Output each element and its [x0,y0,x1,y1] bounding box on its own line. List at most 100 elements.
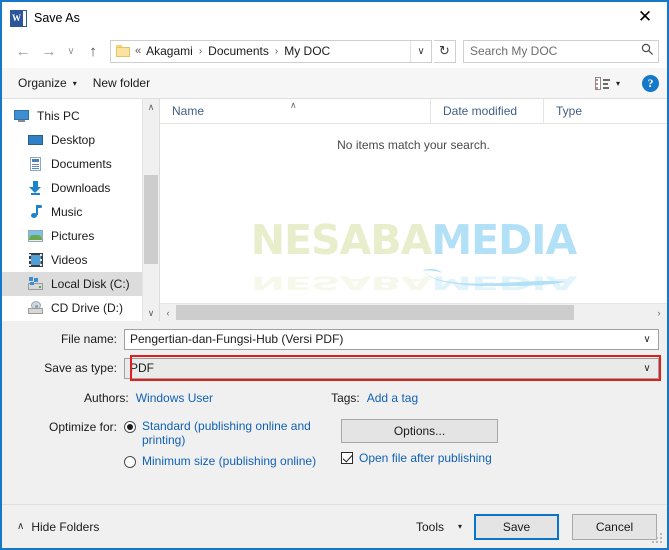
sidebar-item-videos[interactable]: Videos [2,248,142,272]
word-app-icon: W [10,9,27,27]
file-list-horizontal-scrollbar[interactable]: ‹ › [160,303,667,321]
sidebar-item-pictures[interactable]: Pictures [2,224,142,248]
breadcrumb-item-0[interactable]: Akagami [145,43,194,59]
scrollbar-thumb[interactable] [176,305,574,320]
radio-option-minimum-size[interactable]: Minimum size (publishing online) [124,454,329,468]
videos-icon [28,253,44,267]
hide-folders-label: Hide Folders [31,519,100,534]
cancel-button[interactable]: Cancel [572,513,657,540]
sidebar-item-downloads[interactable]: Downloads [2,176,142,200]
scroll-right-icon[interactable]: › [651,308,667,318]
optimize-for-label: Optimize for: [48,420,117,434]
search-box[interactable] [463,39,659,63]
list-view-icon [594,76,610,90]
sidebar-item-label: Desktop [51,133,96,147]
scrollbar-thumb[interactable] [144,175,158,264]
optimize-radio-group: Standard (publishing online and printing… [124,419,329,475]
file-name-label: File name: [60,332,117,346]
file-name-input[interactable]: Pengertian-dan-Fungsi-Hub (Versi PDF) ∨ [124,328,659,350]
search-input[interactable] [464,44,636,58]
downloads-icon [28,181,44,195]
breadcrumb: « Akagami › Documents › My DOC [135,43,410,59]
breadcrumb-bar[interactable]: « Akagami › Documents › My DOC ∨ [110,39,432,63]
tools-button[interactable]: Tools ▾ [416,520,462,534]
checkbox-open-after-publishing[interactable] [341,452,353,464]
column-label: Name [172,104,205,118]
help-icon[interactable]: ? [642,74,659,92]
radio-option-standard[interactable]: Standard (publishing online and printing… [124,419,329,447]
sidebar-item-desktop[interactable]: Desktop [2,128,142,152]
sidebar-item-label: Downloads [51,181,111,195]
refresh-icon[interactable]: ↻ [434,39,456,63]
navigation-pane: This PC Desktop Documents Downloads Musi… [2,99,142,321]
sidebar-item-music[interactable]: Music [2,200,142,224]
sidebar-scrollbar[interactable]: ∧ ∨ [142,99,159,321]
sidebar-item-label: Videos [51,253,88,267]
browser-body: This PC Desktop Documents Downloads Musi… [2,99,667,321]
back-button[interactable]: ← [10,38,36,64]
recent-locations-button[interactable]: ∨ [62,38,80,64]
options-button[interactable]: Options... [341,419,498,443]
file-list[interactable]: No items match your search. NESABAMEDIA … [160,124,667,303]
radio-icon-standard[interactable] [124,421,136,433]
sidebar-item-documents[interactable]: Documents [2,152,142,176]
highlight-annotation [130,355,661,381]
search-icon[interactable] [636,43,658,59]
chevron-up-icon: ∧ [17,521,25,532]
scroll-down-icon[interactable]: ∨ [143,305,159,321]
sidebar-item-cd-drive-d[interactable]: CD Drive (D:) [2,296,142,320]
sidebar-item-label: This PC [37,109,80,123]
sidebar-item-label: Documents [51,157,112,171]
save-as-type-label: Save as type: [44,361,117,375]
scroll-up-icon[interactable]: ∧ [143,99,159,115]
resize-grip[interactable] [652,533,664,545]
watermark: NESABAMEDIA NESABAMEDIA [251,220,577,303]
radio-label-minimum-size: Minimum size (publishing online) [142,454,317,468]
scrollbar-track[interactable] [176,304,651,321]
forward-button[interactable]: → [36,38,62,64]
view-options-button[interactable]: ▾ [587,74,628,93]
window-title: Save As [34,11,80,25]
add-a-tag-link[interactable]: Add a tag [367,391,418,405]
optimize-row: Optimize for: Standard (publishing onlin… [2,419,667,475]
desktop-icon [28,133,44,147]
breadcrumb-overflow[interactable]: « [135,45,141,57]
documents-icon [28,157,44,171]
up-button[interactable]: ↑ [80,38,106,64]
breadcrumb-item-1[interactable]: Documents [207,43,270,59]
sidebar-item-this-pc[interactable]: This PC [2,104,142,128]
column-header-type[interactable]: Type [543,99,667,123]
save-button[interactable]: Save [474,513,559,540]
watermark-part2: MEDIA [431,216,577,264]
breadcrumb-separator-1: › [274,45,279,57]
chevron-down-icon[interactable]: ∨ [410,40,431,62]
breadcrumb-item-2[interactable]: My DOC [283,43,331,59]
column-header-date-modified[interactable]: Date modified [430,99,543,123]
new-folder-button[interactable]: New folder [85,73,158,93]
computer-icon [14,109,30,123]
tools-label: Tools [415,519,444,534]
open-after-publishing-row[interactable]: Open file after publishing [341,451,667,465]
column-header-name[interactable]: Name ∧ [160,99,430,123]
organize-button[interactable]: Organize ▾ [10,73,85,93]
scroll-left-icon[interactable]: ‹ [160,308,176,318]
radio-icon-minimum-size[interactable] [124,456,136,468]
file-name-row: File name: Pengertian-dan-Fungsi-Hub (Ve… [2,328,667,350]
open-after-publishing-label: Open file after publishing [359,451,492,465]
pictures-icon [28,229,44,243]
tags-label: Tags: [331,391,360,405]
chevron-down-icon: ▾ [72,78,77,88]
chevron-down-icon: ▾ [457,522,462,531]
sidebar-item-label: Pictures [51,229,95,243]
hide-folders-button[interactable]: ∧ Hide Folders [12,520,99,534]
authors-value[interactable]: Windows User [136,391,213,405]
close-icon[interactable]: ✕ [623,2,667,32]
organize-label: Organize [18,76,67,90]
chevron-down-icon[interactable]: ∨ [636,334,658,345]
cddrive-icon [28,301,44,315]
authors-label: Authors: [84,391,129,405]
music-icon [28,205,44,219]
sidebar-item-label: CD Drive (D:) [51,301,123,315]
sidebar-item-local-disk-c[interactable]: Local Disk (C:) [2,272,142,296]
folder-icon [116,45,130,57]
